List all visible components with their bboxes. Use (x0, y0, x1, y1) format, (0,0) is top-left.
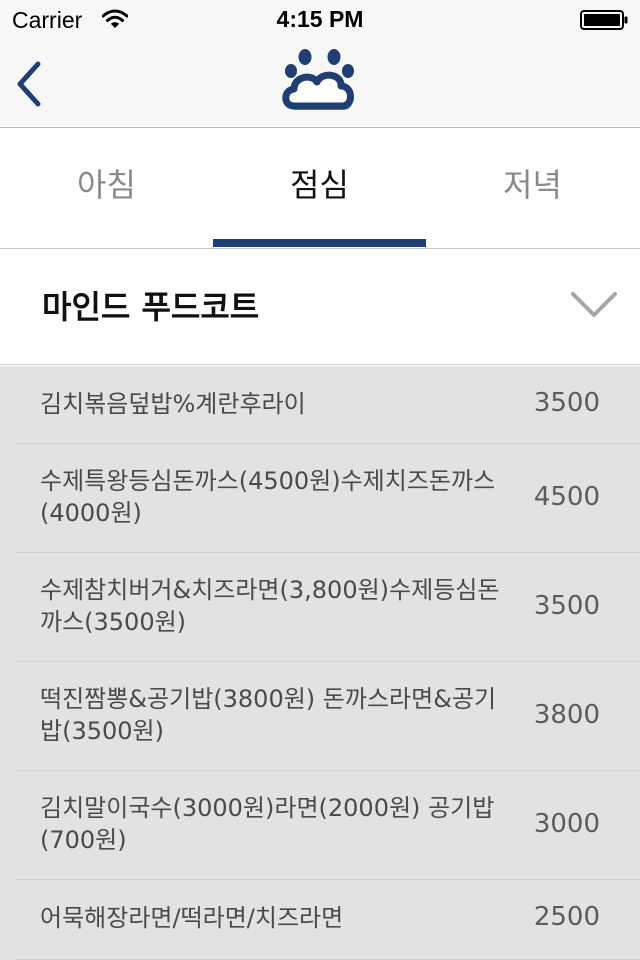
navigation-bar: Carrier 4:15 PM (0, 0, 640, 128)
restaurant-title: 마인드 푸드코트 (42, 288, 260, 326)
menu-item-price: 3800 (533, 700, 600, 730)
chevron-down-icon[interactable] (570, 288, 618, 320)
tab-dinner[interactable]: 저녁 (426, 129, 639, 247)
menu-item-price: 2500 (533, 902, 600, 932)
paw-cloud-logo (282, 49, 354, 110)
tab-lunch[interactable]: 점심 (213, 129, 426, 247)
status-time: 4:15 PM (276, 6, 364, 32)
menu-item-name: 김치볶음덮밥%계란후라이 (40, 390, 306, 418)
back-button[interactable] (14, 60, 46, 108)
menu-row[interactable]: 수제참치버거&치즈라면(3,800원)수제등심돈까스(3500원) 3500 (16, 553, 640, 662)
menu-row[interactable]: 김치볶음덮밥%계란후라이 3500 (16, 366, 640, 444)
restaurant-section-header[interactable]: 마인드 푸드코트 (0, 250, 640, 365)
menu-item-price: 3500 (533, 388, 600, 418)
menu-item-price: 4500 (533, 482, 600, 512)
menu-list: 김치볶음덮밥%계란후라이 3500 수제특왕등심돈까스(4500원)수제치즈돈까… (0, 366, 640, 960)
menu-item-name: 김치말이국수(3000원)라면(2000원) 공기밥(700원) (40, 794, 495, 854)
menu-item-name: 수제특왕등심돈까스(4500원)수제치즈돈까스(4000원) (40, 467, 496, 527)
menu-item-name: 수제참치버거&치즈라면(3,800원)수제등심돈까스(3500원) (40, 576, 500, 636)
menu-row[interactable]: 수제특왕등심돈까스(4500원)수제치즈돈까스(4000원) 4500 (16, 444, 640, 553)
menu-row[interactable]: 떡진짬뽕&공기밥(3800원) 돈까스라면&공기밥(3500원) 3800 (16, 662, 640, 771)
menu-item-name: 어묵해장라면/떡라면/치즈라면 (40, 904, 344, 932)
status-bar: Carrier 4:15 PM (0, 0, 640, 40)
battery-icon (580, 10, 628, 30)
active-tab-indicator (213, 239, 426, 247)
menu-row[interactable]: 어묵해장라면/떡라면/치즈라면 2500 (16, 880, 640, 960)
menu-item-price: 3500 (533, 591, 600, 621)
meal-tab-bar: 아침 점심 저녁 (0, 129, 640, 249)
menu-item-name: 떡진짬뽕&공기밥(3800원) 돈까스라면&공기밥(3500원) (40, 685, 497, 745)
tab-breakfast[interactable]: 아침 (0, 129, 213, 247)
menu-item-price: 3000 (533, 809, 600, 839)
menu-row[interactable]: 김치말이국수(3000원)라면(2000원) 공기밥(700원) 3000 (16, 771, 640, 880)
